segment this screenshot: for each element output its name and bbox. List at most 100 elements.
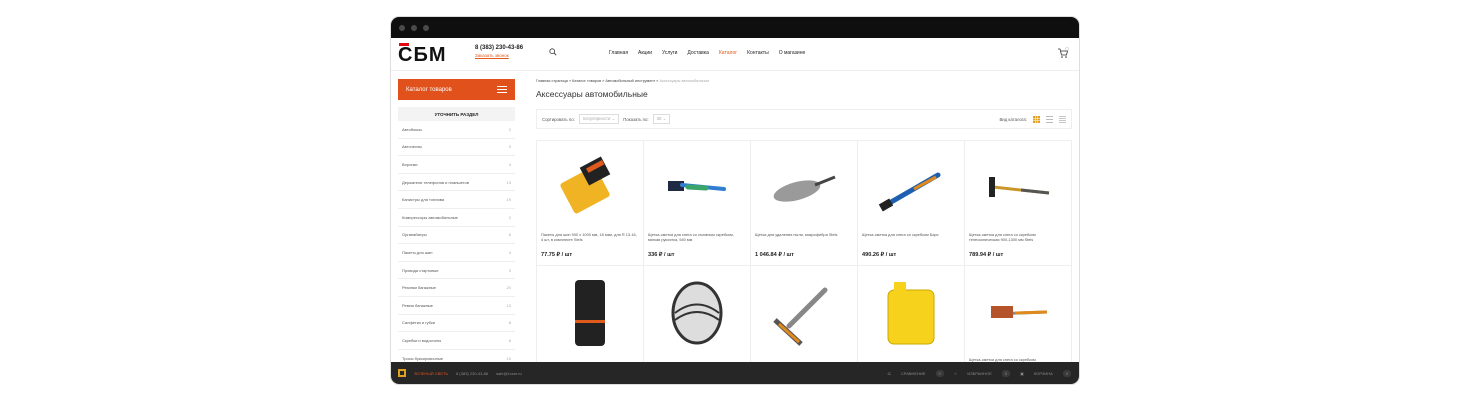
sidebar-category-count: 2 [508, 214, 511, 220]
table-view-icon[interactable] [1059, 115, 1066, 123]
show-label: Показать по: [623, 116, 649, 122]
catalog-button[interactable]: Каталог товаров [398, 79, 515, 100]
bottom-brand[interactable]: ЗЕЛЕНЫЙ СВЕТЬ [414, 371, 448, 376]
window-titlebar [391, 17, 1079, 38]
snow-brush-scraper-icon[interactable] [874, 151, 948, 225]
sidebar-category-item[interactable]: Органайзеры 6 [398, 226, 515, 245]
browser-window: СБМ 8 (383) 230-43-86 Заказать звонок Гл… [391, 17, 1079, 384]
breadcrumb-auto-tools[interactable]: Автомобильный инструмент [605, 79, 655, 83]
sidebar-category-item[interactable]: Воронки 4 [398, 156, 515, 174]
brush-scraper-icon[interactable] [981, 276, 1055, 350]
fuel-canister-icon[interactable] [874, 276, 948, 350]
sidebar-category-count: 13 [506, 179, 511, 185]
sidebar-category-label: Скребки и водосгоны [402, 337, 442, 343]
search-icon[interactable] [549, 48, 557, 56]
breadcrumb-home[interactable]: Главная страница [536, 79, 568, 83]
sidebar-category-count: 2 [508, 126, 511, 132]
compare-icon: ⚖ [887, 370, 891, 376]
sidebar-category-item[interactable]: Провода стартовые 3 [398, 261, 515, 280]
product-name[interactable]: Пакеты для шин 900 х 1000 мм, 18 мкм, дл… [541, 232, 639, 242]
product-card[interactable]: Щетка-сметка для снега со съемным скребк… [644, 141, 751, 266]
favorites-link[interactable]: ИЗБРАННОЕ [967, 371, 992, 376]
grid-view-icon[interactable] [1033, 115, 1040, 123]
product-card[interactable]: Пакеты для шин 900 х 1000 мм, 18 мкм, дл… [537, 141, 644, 266]
telescopic-brush-icon[interactable] [981, 151, 1055, 225]
cart-link[interactable]: КОРЗИНА [1034, 371, 1053, 376]
view-label: Вид каталога: [999, 116, 1027, 122]
product-card[interactable]: Щетка-сметка для снега со скребком Барс 4… [858, 141, 965, 266]
duster-icon[interactable] [767, 151, 841, 225]
cart-bottom-icon: ▣ [1020, 370, 1024, 376]
snow-brush-icon[interactable] [660, 151, 734, 225]
nav-home[interactable]: Главная [609, 50, 628, 56]
product-price: 336 ₽ / шт [648, 252, 675, 258]
bottom-email[interactable]: sale@1csm.ru [496, 371, 522, 376]
window-close-dot[interactable] [399, 24, 405, 31]
compare-link[interactable]: СРАВНЕНИЕ [901, 371, 926, 376]
sidebar-category-count: 4 [508, 161, 511, 167]
sidebar-category-label: Авточехлы [402, 144, 423, 150]
brand-logo-icon [398, 369, 406, 377]
main-nav: Главная Акции Услуги Доставка Каталог Ко… [609, 50, 805, 56]
sidebar-category-label: Пакеты для шин [402, 249, 433, 255]
breadcrumb-catalog[interactable]: Каталог товаров [572, 79, 601, 83]
window-maximize-dot[interactable] [423, 24, 429, 31]
nav-contacts[interactable]: Контакты [747, 50, 769, 56]
header-phone[interactable]: 8 (383) 230-43-86 [475, 45, 523, 51]
site-logo[interactable]: СБМ [398, 44, 446, 67]
favorites-count: 0 [1001, 369, 1011, 377]
product-card[interactable]: Щетка для удаления пыли, микрофибра Stel… [751, 141, 858, 266]
cart-icon[interactable] [1057, 47, 1069, 59]
sort-label: Сортировать по: [542, 116, 575, 122]
product-name[interactable]: Щетка для удаления пыли, микрофибра Stel… [755, 232, 853, 237]
sidebar-category-item[interactable]: Компрессоры автомобильные 2 [398, 208, 515, 227]
product-name[interactable]: Щетка-сметка для снега со скребком Барс [862, 232, 960, 237]
product-price: 77.75 ₽ / шт [541, 252, 573, 258]
sidebar-category-count: 13 [506, 302, 511, 308]
sidebar-category-count: 3 [508, 267, 511, 273]
breadcrumb-current: Аксессуары автомобильные [659, 79, 710, 83]
bottom-phone[interactable]: 8 (383) 230-43-86 [456, 371, 488, 376]
sidebar-category-label: Канистры для топлива [402, 197, 445, 203]
product-name[interactable]: Щетка-сметка для снега со скребком телес… [969, 232, 1067, 242]
show-select[interactable]: 30 ⌄ [652, 114, 671, 124]
catalog-button-label: Каталог товаров [406, 86, 452, 93]
product-price: 1 046.84 ₽ / шт [755, 252, 794, 258]
tire-bags-icon[interactable] [553, 151, 627, 225]
product-grid: Пакеты для шин 900 х 1000 мм, 18 мкм, дл… [536, 140, 1072, 384]
sidebar-category-item[interactable]: Канистры для топлива 19 [398, 191, 515, 209]
squeegee-icon[interactable] [767, 276, 841, 350]
cart-count: 0 [1062, 369, 1071, 377]
sidebar-category-item[interactable]: Салфетки и губки 8 [398, 314, 515, 333]
compare-count: 0 [935, 369, 944, 377]
product-card[interactable]: Щетка-сметка для снега со скребком телес… [965, 141, 1072, 266]
sidebar-category-item[interactable]: Авточехлы 3 [398, 138, 515, 157]
nav-catalog[interactable]: Каталог [719, 50, 737, 56]
sidebar-category-count: 4 [508, 249, 511, 255]
breadcrumb: Главная страница » Каталог товаров » Авт… [536, 79, 1072, 83]
sidebar-category-item[interactable]: Ремни багажные 13 [398, 296, 515, 315]
product-name[interactable]: Щетка-сметка для снега со съемным скребк… [648, 232, 746, 242]
window-minimize-dot[interactable] [411, 24, 417, 31]
sidebar-category-count: 20 [506, 285, 511, 291]
nav-delivery[interactable]: Доставка [687, 50, 708, 56]
site-header: СБМ 8 (383) 230-43-86 Заказать звонок Гл… [391, 38, 1079, 71]
nav-services[interactable]: Услуги [662, 50, 677, 56]
breadcrumb-separator: » [602, 79, 605, 83]
sidebar-category-item[interactable]: Пакеты для шин 4 [398, 244, 515, 262]
product-price: 789.94 ₽ / шт [969, 252, 1004, 258]
callback-link[interactable]: Заказать звонок [475, 53, 509, 58]
nav-about[interactable]: О магазине [779, 50, 806, 56]
sort-select[interactable]: популярности ⌄ [578, 114, 620, 124]
back-support-icon[interactable] [660, 276, 734, 350]
list-view-icon[interactable] [1046, 115, 1053, 123]
sidebar-category-item[interactable]: Резинки багажные 20 [398, 279, 515, 297]
sidebar-category-item[interactable]: Скребки и водосгоны 6 [398, 332, 515, 350]
sidebar-category-label: Ремни багажные [402, 302, 434, 308]
star-icon: ☆ [953, 370, 958, 376]
sidebar-category-item[interactable]: Держатели телефонов и планшетов 13 [398, 173, 515, 192]
nav-promotions[interactable]: Акции [638, 50, 652, 56]
sun-visor-organizer-icon[interactable] [553, 276, 627, 350]
sidebar-category-item[interactable]: Автобоксы 2 [398, 121, 515, 139]
sidebar-category-count: 6 [508, 337, 511, 343]
